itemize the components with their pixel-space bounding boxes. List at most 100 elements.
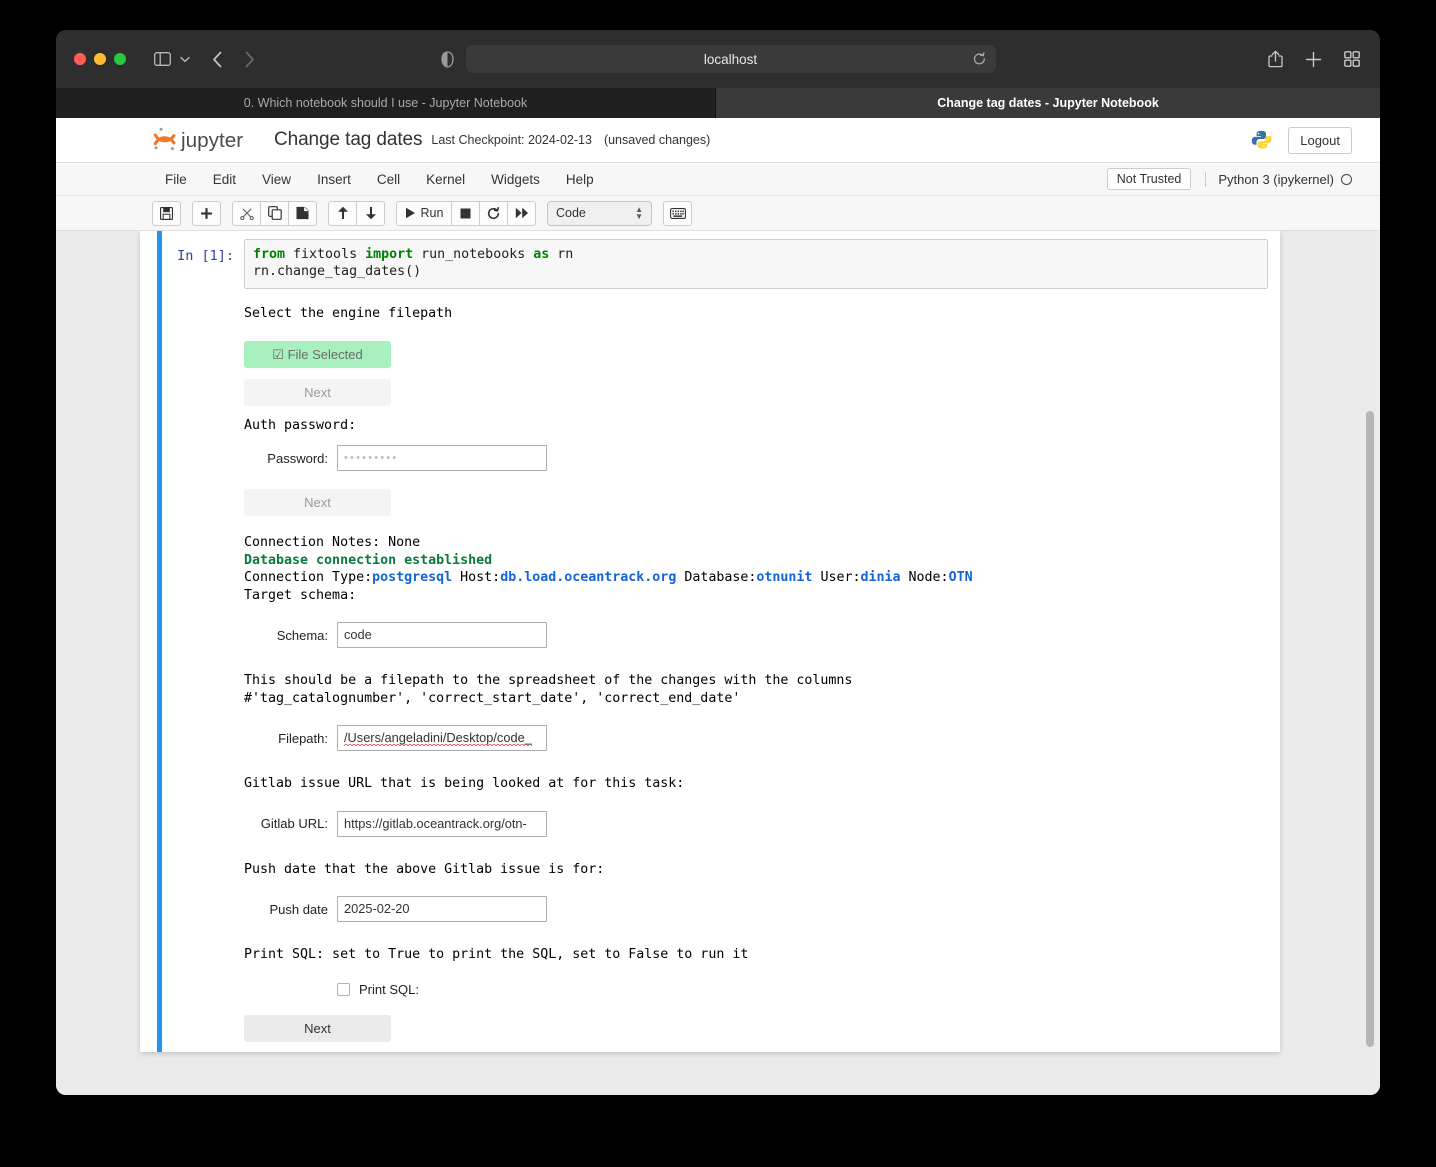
close-window-button[interactable] [74, 53, 86, 65]
interrupt-kernel-button[interactable] [451, 200, 480, 226]
sidebar-toggle-icon[interactable] [152, 46, 172, 72]
address-bar[interactable]: localhost [465, 45, 996, 73]
notebook-cell-selected[interactable]: In [1]: from fixtools import run_noteboo… [157, 231, 1280, 1052]
user-value: dinia [860, 570, 901, 585]
schema-input[interactable]: code [337, 622, 547, 648]
command-palette-button[interactable] [663, 200, 692, 226]
page-viewport: jupyter Change tag dates Last Checkpoint… [56, 118, 1380, 1095]
back-arrow-icon[interactable] [208, 46, 226, 72]
toolbar-group-clipboard [232, 200, 317, 226]
move-cell-up-button[interactable] [328, 200, 357, 226]
notebook-title[interactable]: Change tag dates [274, 129, 423, 151]
trust-status-badge[interactable]: Not Trusted [1106, 168, 1192, 190]
share-icon[interactable] [1268, 46, 1283, 72]
check-square-icon: ☑ [272, 346, 284, 362]
checkpoint-text: Last Checkpoint: 2024-02-13 [431, 133, 592, 147]
menu-widgets[interactable]: Widgets [478, 168, 553, 191]
conn-type-value: postgresql [372, 570, 453, 585]
minimize-window-button[interactable] [94, 53, 106, 65]
gitlab-url-field-row: Gitlab URL: https://gitlab.oceantrack.or… [244, 810, 1268, 837]
forward-arrow-icon[interactable] [240, 46, 258, 72]
privacy-shield-icon[interactable] [440, 50, 454, 68]
browser-tab-title: Change tag dates - Jupyter Notebook [937, 96, 1159, 110]
menu-file[interactable]: File [152, 168, 200, 191]
print-sql-row: Print SQL: [244, 982, 1268, 997]
chevron-down-icon[interactable] [178, 46, 192, 72]
select-arrows-icon: ▲ ▼ [635, 205, 643, 221]
next-button-2[interactable]: Next [244, 489, 391, 516]
menu-kernel[interactable]: Kernel [413, 168, 478, 191]
window-controls [74, 53, 126, 65]
user-label: User: [812, 570, 861, 585]
kernel-status-area: Python 3 (ipykernel) [1205, 171, 1352, 187]
menu-help[interactable]: Help [553, 168, 607, 191]
next-button-3[interactable]: Next [244, 1014, 391, 1042]
restart-and-run-all-button[interactable] [507, 200, 536, 226]
file-selected-button[interactable]: ☑ File Selected [244, 340, 391, 368]
plus-icon[interactable] [1305, 46, 1322, 72]
reload-icon[interactable] [973, 52, 986, 66]
scissors-icon [239, 207, 254, 220]
browser-tab-active[interactable]: Change tag dates - Jupyter Notebook [716, 88, 1380, 118]
jupyter-logo-icon: jupyter [153, 127, 243, 152]
insert-cell-below-button[interactable] [192, 200, 221, 226]
push-date-label: Push date [269, 901, 328, 917]
cell-type-select[interactable]: Code ▲ ▼ [547, 200, 652, 226]
schema-label: Schema: [276, 627, 328, 643]
logout-button[interactable]: Logout [1288, 126, 1352, 154]
gitlab-url-input[interactable]: https://gitlab.oceantrack.org/otn- [337, 810, 547, 837]
jupyter-header-actions: Logout [1250, 126, 1352, 154]
print-sql-label: Print SQL: [359, 981, 419, 997]
browser-titlebar: localhost [56, 30, 1380, 88]
tab-overview-icon[interactable] [1344, 46, 1360, 72]
save-floppy-icon [160, 206, 173, 220]
save-button[interactable] [152, 200, 181, 226]
run-button[interactable]: Run [396, 200, 452, 226]
filepath-field-row: Filepath: /Users/angeladini/Desktop/code… [244, 725, 1268, 751]
arrow-up-icon [337, 206, 348, 219]
copy-button[interactable] [260, 200, 289, 226]
jupyter-toolbar: Run Code ▲ ▼ [56, 196, 1380, 231]
database-label: Database: [676, 570, 757, 585]
paste-button[interactable] [288, 200, 317, 226]
svg-text:jupyter: jupyter [180, 129, 243, 152]
host-label: Host: [452, 570, 501, 585]
menu-insert[interactable]: Insert [304, 168, 364, 191]
menu-cell[interactable]: Cell [364, 168, 413, 191]
print-sql-checkbox[interactable] [337, 982, 350, 996]
notebook-sheet: In [1]: from fixtools import run_noteboo… [140, 231, 1280, 1052]
push-date-prompt: Push date that the above Gitlab issue is… [244, 861, 605, 877]
jupyter-logo[interactable]: jupyter Change tag dates [152, 125, 423, 155]
node-value: OTN [948, 570, 973, 585]
code-line-2: rn.change_tag_dates() [253, 264, 422, 279]
auth-password-prompt: Auth password: [244, 417, 357, 433]
target-schema-prompt: Target schema: [244, 587, 357, 603]
password-input[interactable]: ••••••••• [337, 445, 547, 471]
password-label: Password: [267, 450, 328, 466]
kernel-idle-indicator-icon [1341, 173, 1352, 185]
code-editor[interactable]: from fixtools import run_notebooks as rn… [244, 239, 1268, 289]
push-date-input[interactable]: 2025-02-20 [337, 896, 547, 922]
menu-view[interactable]: View [249, 168, 304, 191]
menu-edit[interactable]: Edit [200, 168, 249, 191]
schema-field-row: Schema: code [244, 622, 1268, 648]
browser-window: localhost 0. Which notebook should I use… [56, 30, 1380, 1095]
cell-input-row: In [1]: from fixtools import run_noteboo… [162, 239, 1280, 289]
connection-notes: Connection Notes: None [244, 535, 421, 550]
unsaved-changes-text: (unsaved changes) [603, 133, 711, 147]
jupyter-menubar: File Edit View Insert Cell Kernel Widget… [56, 163, 1380, 196]
cut-button[interactable] [232, 200, 261, 226]
restart-kernel-button[interactable] [479, 200, 508, 226]
code-line-1: from fixtools import run_notebooks as rn [253, 247, 574, 262]
browser-tab-title: 0. Which notebook should I use - Jupyter… [243, 96, 528, 110]
page-scrollbar[interactable] [1366, 231, 1374, 1095]
filepath-label: Filepath: [278, 730, 328, 746]
filepath-input[interactable]: /Users/angeladini/Desktop/code_ [337, 725, 547, 751]
menubar-status-area: Not Trusted Python 3 (ipykernel) [1106, 168, 1380, 190]
next-button-1[interactable]: Next [244, 378, 391, 406]
page-scrollbar-thumb[interactable] [1366, 411, 1374, 1047]
restart-circle-icon [487, 206, 500, 219]
move-cell-down-button[interactable] [356, 200, 385, 226]
browser-tab-inactive[interactable]: 0. Which notebook should I use - Jupyter… [56, 88, 716, 118]
maximize-window-button[interactable] [114, 53, 126, 65]
